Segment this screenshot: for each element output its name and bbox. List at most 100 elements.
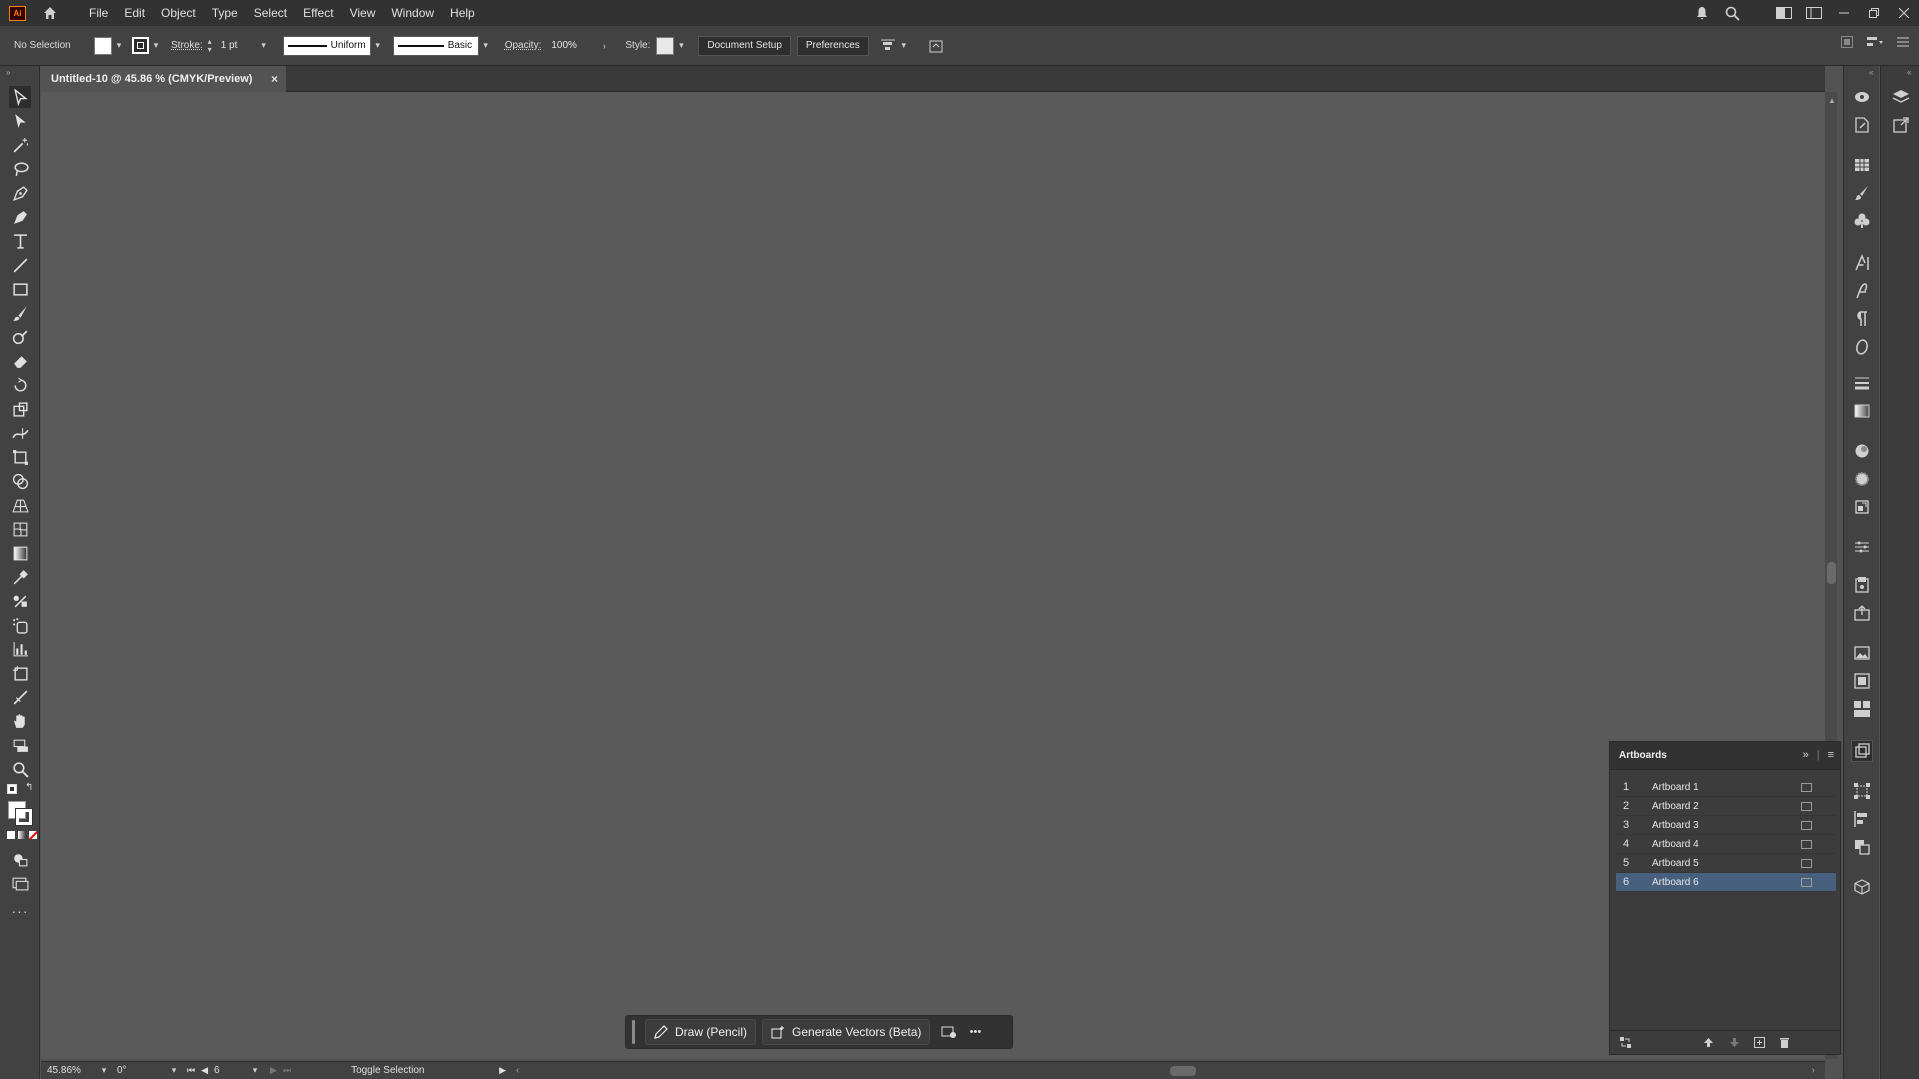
type-tool-icon[interactable] bbox=[9, 230, 31, 252]
hand-tool-icon[interactable] bbox=[9, 710, 31, 732]
opacity-label[interactable]: Opacity: bbox=[505, 40, 542, 51]
rotation-input[interactable]: 0° bbox=[111, 1063, 167, 1079]
curvature-tool-icon[interactable] bbox=[9, 206, 31, 228]
notifications-icon[interactable] bbox=[1687, 0, 1717, 26]
slice-tool-icon[interactable] bbox=[9, 686, 31, 708]
none-mode-icon[interactable] bbox=[29, 831, 37, 839]
fill-swatch[interactable] bbox=[94, 36, 112, 55]
paragraph-panel-icon[interactable] bbox=[1851, 308, 1873, 330]
rotate-tool-icon[interactable] bbox=[9, 374, 31, 396]
opacity-expand-icon[interactable]: › bbox=[597, 41, 611, 51]
arrange-documents-icon[interactable] bbox=[1799, 0, 1829, 26]
layout-panel-icon[interactable] bbox=[1851, 698, 1873, 720]
canvas[interactable] bbox=[41, 92, 1825, 1059]
first-artboard-icon[interactable]: ⏮ bbox=[187, 1065, 195, 1076]
perspective-grid-tool-icon[interactable] bbox=[9, 494, 31, 516]
graphic-style-swatch[interactable] bbox=[656, 36, 675, 55]
pathfinder-panel-icon[interactable] bbox=[1851, 836, 1873, 858]
task-bar-settings-icon[interactable] bbox=[936, 1019, 962, 1045]
eraser-tool-icon[interactable] bbox=[9, 350, 31, 372]
scroll-up-icon[interactable]: ▲ bbox=[1828, 96, 1836, 105]
artboard-name[interactable]: Artboard 4 bbox=[1652, 839, 1699, 850]
arrange-icon[interactable] bbox=[1841, 36, 1853, 51]
character-panel-icon[interactable] bbox=[1851, 252, 1873, 274]
transform-frame-panel-icon[interactable] bbox=[1851, 780, 1873, 802]
brushes-panel-icon[interactable] bbox=[1851, 182, 1873, 204]
stroke-dropdown-icon[interactable]: ▾ bbox=[149, 40, 163, 51]
horizontal-scroll-thumb[interactable] bbox=[1170, 1066, 1196, 1076]
variable-width-profile[interactable]: Uniform bbox=[282, 35, 371, 56]
transform-icon[interactable] bbox=[927, 37, 945, 55]
toolbar-collapse-icon[interactable]: » bbox=[6, 68, 10, 77]
artboard-options-icon[interactable] bbox=[1801, 877, 1812, 887]
links-panel-icon[interactable] bbox=[1851, 670, 1873, 692]
panel-menu-icon[interactable]: ≡ bbox=[1828, 749, 1834, 761]
brush-dropdown-icon[interactable]: ▾ bbox=[479, 40, 493, 51]
stroke-color-icon[interactable] bbox=[15, 808, 33, 826]
profile-dropdown-icon[interactable]: ▾ bbox=[371, 40, 385, 51]
move-down-icon[interactable] bbox=[1728, 1036, 1741, 1049]
direct-selection-tool-icon[interactable] bbox=[9, 110, 31, 132]
symbols-panel-icon[interactable] bbox=[1851, 210, 1873, 232]
magic-wand-tool-icon[interactable] bbox=[9, 134, 31, 156]
zoom-level-input[interactable]: 45.86% bbox=[41, 1063, 97, 1079]
paintbrush-tool-icon[interactable] bbox=[9, 302, 31, 324]
print-tiling-tool-icon[interactable] bbox=[9, 734, 31, 756]
artboard-row[interactable]: 2 Artboard 2 bbox=[1616, 797, 1836, 816]
gradient-panel-icon[interactable] bbox=[1851, 400, 1873, 422]
asset-export-panel-icon[interactable] bbox=[1851, 602, 1873, 624]
line-segment-tool-icon[interactable] bbox=[9, 254, 31, 276]
blend-tool-icon[interactable] bbox=[9, 590, 31, 612]
3d-materials-panel-icon[interactable] bbox=[1851, 876, 1873, 898]
export-panel-icon[interactable] bbox=[1851, 574, 1873, 596]
menu-file[interactable]: File bbox=[81, 0, 116, 26]
artboard-options-icon[interactable] bbox=[1801, 782, 1812, 792]
opacity-input[interactable]: 100% bbox=[547, 36, 597, 56]
menu-help[interactable]: Help bbox=[442, 0, 483, 26]
swap-colors-icon[interactable]: ↰ bbox=[25, 782, 33, 793]
stroke-label[interactable]: Stroke: bbox=[171, 40, 203, 51]
artboard-row[interactable]: 1 Artboard 1 bbox=[1616, 778, 1836, 797]
scale-tool-icon[interactable] bbox=[9, 398, 31, 420]
delete-artboard-icon[interactable] bbox=[1778, 1036, 1791, 1049]
screen-mode-icon[interactable] bbox=[9, 872, 31, 894]
layers-panel-icon[interactable] bbox=[1890, 86, 1912, 108]
artboard-row[interactable]: 4 Artboard 4 bbox=[1616, 835, 1836, 854]
close-window-icon[interactable] bbox=[1889, 0, 1919, 26]
menu-type[interactable]: Type bbox=[204, 0, 246, 26]
panel-options-icon[interactable] bbox=[1867, 36, 1883, 51]
zoom-tool-icon[interactable] bbox=[9, 758, 31, 780]
properties-panel-icon[interactable] bbox=[1851, 114, 1873, 136]
scroll-left-icon[interactable]: ‹ bbox=[516, 1065, 519, 1076]
minimize-icon[interactable] bbox=[1829, 0, 1859, 26]
pen-tool-icon[interactable] bbox=[9, 182, 31, 204]
new-artboard-icon[interactable] bbox=[1753, 1036, 1766, 1049]
shaper-tool-icon[interactable] bbox=[9, 326, 31, 348]
more-options-icon[interactable]: ••• bbox=[962, 1019, 988, 1045]
menu-effect[interactable]: Effect bbox=[295, 0, 341, 26]
column-graph-tool-icon[interactable] bbox=[9, 638, 31, 660]
color-mode-icon[interactable] bbox=[7, 831, 15, 839]
vertical-scroll-thumb[interactable] bbox=[1827, 562, 1836, 584]
artboard-tool-icon[interactable] bbox=[9, 662, 31, 684]
menu-window[interactable]: Window bbox=[383, 0, 442, 26]
draw-pencil-button[interactable]: Draw (Pencil) bbox=[645, 1019, 757, 1045]
restore-icon[interactable] bbox=[1859, 0, 1889, 26]
brush-definition[interactable]: Basic bbox=[392, 35, 479, 56]
scroll-right-icon[interactable]: › bbox=[1812, 1065, 1815, 1076]
artboard-row-selected[interactable]: 6 Artboard 6 bbox=[1616, 873, 1836, 892]
width-tool-icon[interactable] bbox=[9, 422, 31, 444]
rectangle-tool-icon[interactable] bbox=[9, 278, 31, 300]
document-tab[interactable]: Untitled-10 @ 45.86 % (CMYK/Preview) × bbox=[41, 66, 286, 92]
character-styles-panel-icon[interactable] bbox=[1851, 280, 1873, 302]
export-window-icon[interactable] bbox=[1890, 114, 1912, 136]
artboard-options-icon[interactable] bbox=[1801, 858, 1812, 868]
transform-panel-icon[interactable] bbox=[1851, 496, 1873, 518]
artboard-options-icon[interactable] bbox=[1801, 839, 1812, 849]
stroke-swatch[interactable] bbox=[132, 37, 149, 54]
eyedropper-tool-icon[interactable] bbox=[9, 566, 31, 588]
artboard-dropdown-icon[interactable]: ▾ bbox=[248, 1065, 262, 1076]
selection-tool-icon[interactable] bbox=[9, 86, 31, 108]
align-dropdown-icon[interactable]: ▾ bbox=[897, 40, 911, 51]
default-colors-icon[interactable] bbox=[7, 784, 17, 794]
